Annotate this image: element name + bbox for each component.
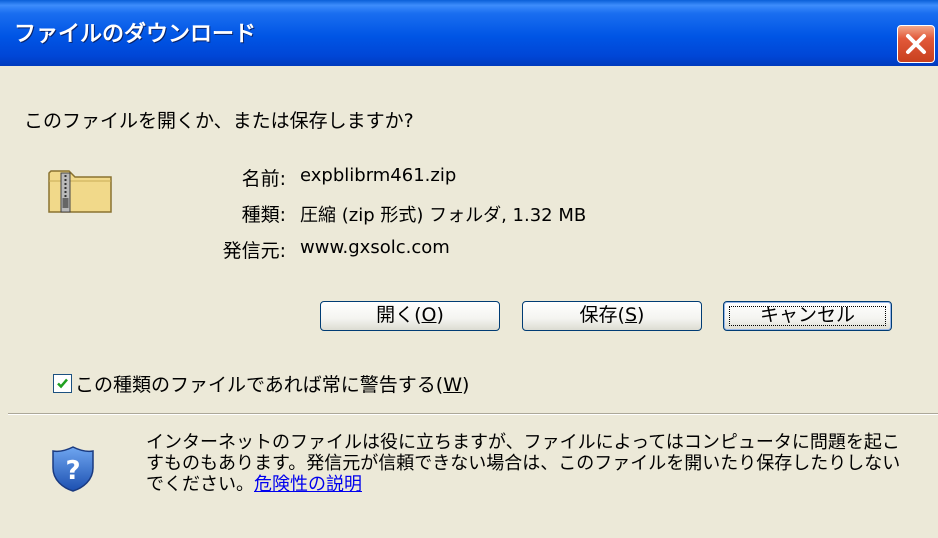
svg-text:?: ? <box>65 456 80 486</box>
save-button-label: 保存( <box>579 304 625 326</box>
open-button-label-end: ) <box>436 304 444 326</box>
save-button-label-end: ) <box>637 304 645 326</box>
open-access-key: O <box>421 304 437 326</box>
type-label: 種類: <box>241 204 286 226</box>
open-button[interactable]: 開く(O) <box>320 301 500 331</box>
title-bar[interactable]: ファイルのダウンロード <box>0 0 938 66</box>
open-button-label: 開く( <box>376 304 422 326</box>
cancel-button-label: キャンセル <box>759 304 855 326</box>
always-warn-checkbox[interactable] <box>53 374 72 393</box>
shield-question-icon: ? <box>52 446 94 492</box>
close-icon <box>906 34 926 54</box>
cancel-button[interactable]: キャンセル <box>723 301 892 331</box>
zip-folder-icon <box>48 170 112 213</box>
name-label: 名前: <box>241 168 286 190</box>
separator <box>8 413 938 415</box>
always-warn-label-end: ) <box>462 374 470 396</box>
file-source: www.gxsolc.com <box>300 237 450 258</box>
checkmark-icon <box>57 378 68 389</box>
download-question: このファイルを開くか、または保存しますか? <box>24 110 414 132</box>
warning-message: インターネットのファイルは役に立ちますが、ファイルによってはコンピュータに問題を… <box>146 432 916 495</box>
file-type: 圧縮 (zip 形式) フォルダ, 1.32 MB <box>300 205 587 226</box>
always-warn-label-text: この種類のファイルであれば常に警告する( <box>75 374 444 396</box>
dialog-title: ファイルのダウンロード <box>14 22 257 47</box>
save-access-key: S <box>624 304 638 326</box>
source-label: 発信元: <box>222 240 286 262</box>
risk-explanation-link[interactable]: 危険性の説明 <box>254 474 362 495</box>
save-button[interactable]: 保存(S) <box>522 301 702 331</box>
always-warn-access-key: W <box>443 374 463 396</box>
file-name: expblibrm461.zip <box>300 165 457 186</box>
close-button[interactable] <box>897 25 935 63</box>
always-warn-label[interactable]: この種類のファイルであれば常に警告する(W) <box>75 370 469 397</box>
